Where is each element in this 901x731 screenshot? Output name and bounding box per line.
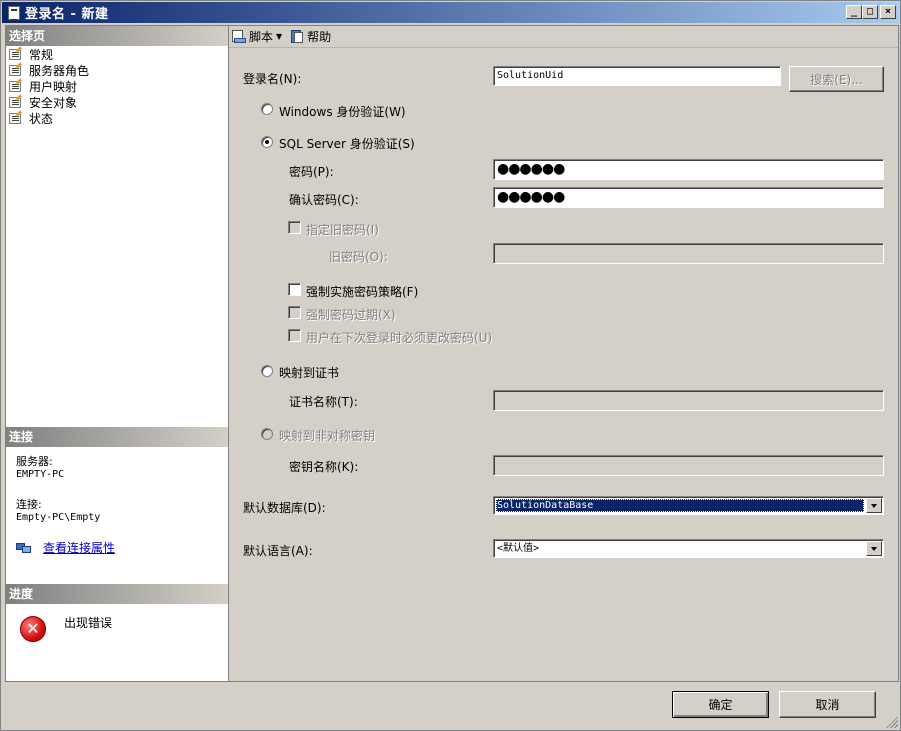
page-icon bbox=[8, 45, 24, 61]
specify-old-password-checkbox bbox=[288, 221, 301, 234]
progress-status[interactable]: 出现错误 bbox=[64, 614, 112, 631]
default-database-select[interactable]: SolutionDataBase bbox=[493, 496, 884, 515]
general-page: 脚本 ▼ 帮助 登录名(N): SolutionUid 搜索(E)... Win… bbox=[229, 25, 899, 682]
script-icon bbox=[232, 29, 246, 44]
windows-auth-label[interactable]: Windows 身份验证(W) bbox=[279, 103, 406, 120]
must-change-label: 用户在下次登录时必须更改密码(U) bbox=[306, 331, 493, 345]
map-certificate-label[interactable]: 映射到证书 bbox=[279, 364, 339, 381]
login-name-label: 登录名(N): bbox=[243, 72, 302, 86]
specify-old-password-label: 指定旧密码(I) bbox=[306, 223, 379, 237]
maximize-button[interactable]: □ bbox=[862, 5, 878, 19]
page-item-label: 安全对象 bbox=[29, 95, 78, 110]
enforce-policy-label[interactable]: 强制实施密码策略(F) bbox=[306, 283, 418, 300]
old-password-label: 旧密码(O): bbox=[329, 250, 388, 264]
page-icon bbox=[8, 93, 24, 109]
page-item-user-mapping[interactable]: 用户映射 bbox=[8, 77, 89, 94]
connection-label: 连接: bbox=[16, 498, 42, 511]
page-item-label: 服务器角色 bbox=[29, 63, 90, 78]
key-name-label: 密钥名称(K): bbox=[289, 460, 359, 474]
help-icon bbox=[290, 29, 304, 44]
page-icon bbox=[8, 77, 24, 93]
page-item-securables[interactable]: 安全对象 bbox=[8, 93, 89, 110]
page-icon bbox=[8, 61, 24, 77]
dialog-button-bar: 确定 取消 bbox=[1, 684, 900, 730]
password-input[interactable]: ●●●●●● bbox=[493, 159, 884, 180]
password-value: ●●●●●● bbox=[497, 161, 565, 177]
certificate-name-select bbox=[493, 390, 884, 411]
error-icon: ✕ bbox=[20, 616, 46, 642]
view-connection-properties[interactable]: 查看连接属性 bbox=[16, 539, 115, 556]
view-connection-link[interactable]: 查看连接属性 bbox=[43, 539, 115, 556]
connection-header: 连接 bbox=[6, 427, 228, 447]
help-button[interactable]: 帮助 bbox=[290, 28, 331, 45]
script-button[interactable]: 脚本 ▼ bbox=[232, 28, 282, 45]
sql-auth-radio[interactable] bbox=[261, 136, 273, 148]
server-label: 服务器: bbox=[16, 455, 53, 468]
default-language-value: <默认值> bbox=[497, 543, 540, 554]
toolbar: 脚本 ▼ 帮助 bbox=[229, 26, 898, 48]
confirm-password-value: ●●●●●● bbox=[497, 189, 565, 205]
old-password-input bbox=[493, 243, 884, 264]
login-new-dialog: 登录名 - 新建 _ □ × 选择页 常规 服务器角色 用户映射 安全对象 状态… bbox=[0, 0, 901, 731]
page-item-label: 状态 bbox=[29, 111, 54, 126]
windows-auth-radio[interactable] bbox=[261, 103, 273, 115]
cancel-button[interactable]: 取消 bbox=[779, 691, 876, 718]
help-label: 帮助 bbox=[307, 30, 332, 44]
enforce-policy-checkbox[interactable] bbox=[288, 283, 301, 296]
page-list: 常规 服务器角色 用户映射 安全对象 状态 bbox=[8, 45, 90, 126]
select-page-header: 选择页 bbox=[6, 26, 228, 46]
page-item-label: 常规 bbox=[29, 47, 54, 62]
map-asymmetric-key-radio bbox=[261, 428, 273, 440]
connection-properties-icon bbox=[16, 541, 34, 555]
default-language-select[interactable]: <默认值> bbox=[493, 539, 884, 558]
chevron-down-icon[interactable] bbox=[866, 498, 882, 513]
left-panel: 选择页 常规 服务器角色 用户映射 安全对象 状态 连接 服务器: EMPTY-… bbox=[5, 25, 229, 682]
default-database-label: 默认数据库(D): bbox=[243, 501, 326, 515]
page-item-status[interactable]: 状态 bbox=[8, 109, 89, 126]
page-item-server-roles[interactable]: 服务器角色 bbox=[8, 61, 90, 78]
window-controls: _ □ × bbox=[846, 5, 896, 19]
map-asymmetric-key-label: 映射到非对称密钥 bbox=[279, 429, 376, 443]
key-name-select bbox=[493, 455, 884, 476]
window-title: 登录名 - 新建 bbox=[25, 7, 109, 22]
script-label: 脚本 bbox=[249, 30, 274, 44]
sql-auth-label[interactable]: SQL Server 身份验证(S) bbox=[279, 135, 415, 152]
chevron-down-icon[interactable] bbox=[866, 541, 882, 556]
enforce-expiration-label: 强制密码过期(X) bbox=[306, 308, 396, 322]
page-item-label: 用户映射 bbox=[29, 79, 78, 94]
page-item-general[interactable]: 常规 bbox=[8, 45, 89, 62]
must-change-checkbox bbox=[288, 329, 301, 342]
server-value: EMPTY-PC bbox=[16, 469, 65, 480]
default-database-value: SolutionDataBase bbox=[496, 499, 864, 512]
default-language-label: 默认语言(A): bbox=[243, 544, 313, 558]
minimize-button[interactable]: _ bbox=[846, 5, 862, 19]
chevron-down-icon[interactable]: ▼ bbox=[276, 32, 282, 41]
search-button: 搜索(E)... bbox=[789, 66, 884, 92]
enforce-expiration-checkbox bbox=[288, 306, 301, 319]
title-bar[interactable]: 登录名 - 新建 _ □ × bbox=[2, 2, 899, 23]
connection-value: Empty-PC\Empty bbox=[16, 512, 101, 523]
page-icon bbox=[8, 109, 24, 125]
confirm-password-input[interactable]: ●●●●●● bbox=[493, 187, 884, 208]
resize-grip-icon[interactable] bbox=[886, 716, 898, 728]
certificate-name-label: 证书名称(T): bbox=[289, 395, 358, 409]
login-name-input[interactable]: SolutionUid bbox=[493, 66, 781, 86]
map-certificate-radio[interactable] bbox=[261, 365, 273, 377]
confirm-password-label: 确认密码(C): bbox=[289, 193, 359, 207]
progress-header: 进度 bbox=[6, 584, 228, 604]
close-button[interactable]: × bbox=[880, 5, 896, 19]
window-icon bbox=[8, 5, 20, 21]
ok-button[interactable]: 确定 bbox=[672, 691, 769, 718]
password-label: 密码(P): bbox=[289, 165, 334, 179]
